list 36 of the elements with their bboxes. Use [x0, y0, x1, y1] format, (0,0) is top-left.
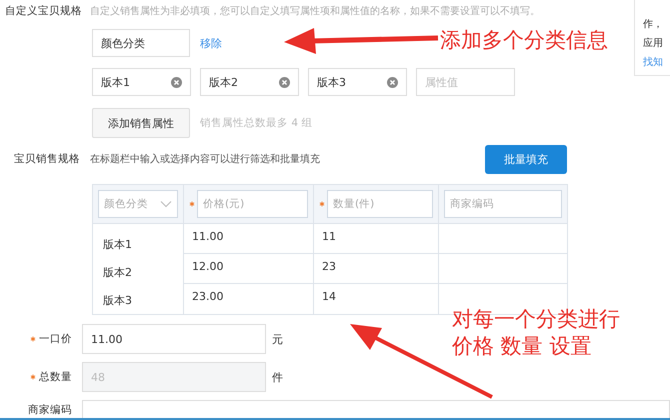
description-text: 在标题栏中输入或选择内容可以进行筛选和批量填充 — [90, 152, 321, 166]
table-cell-text: 版本2 — [103, 264, 133, 280]
clear-icon[interactable] — [279, 76, 290, 88]
price-cell[interactable]: 12.00 — [184, 254, 314, 283]
field-label: 总数量 — [39, 370, 72, 384]
add-attribute-button[interactable]: 添加销售属性 — [92, 108, 190, 138]
field-label: 一口价 — [39, 332, 72, 346]
quantity-cell[interactable]: 14 — [314, 284, 439, 314]
hint-text: 销售属性总数最多 4 组 — [200, 116, 312, 130]
unit-text: 件 — [272, 370, 283, 384]
table-cell-text: 版本3 — [103, 292, 133, 308]
attribute-name-field[interactable]: 颜色分类 — [92, 29, 190, 57]
field-label: 商家编码 — [28, 403, 72, 417]
attribute-value-field[interactable]: 版本2 — [200, 68, 299, 96]
input-field[interactable]: 11.00 — [82, 324, 266, 354]
chevron-down-icon — [160, 200, 172, 208]
remove-link[interactable]: 移除 — [200, 36, 222, 50]
panel-link[interactable]: 找知 — [643, 55, 670, 69]
batch-fill-button[interactable]: 批量填充 — [485, 144, 567, 174]
price-cell[interactable]: 11.00 — [184, 224, 314, 253]
quantity-cell[interactable]: 23 — [314, 254, 439, 283]
field-label: 自定义宝贝规格 — [4, 4, 83, 18]
annotation-text: 添加多个分类信息 — [440, 27, 608, 54]
quantity-cell[interactable]: 11 — [314, 224, 439, 253]
panel-text: 应用 — [643, 36, 664, 50]
description-text: 自定义销售属性为非必填项，您可以自定义填写属性项和属性值的名称，如果不需要设置可以不填写。 — [90, 4, 540, 18]
field-label: 宝贝销售规格 — [13, 152, 81, 166]
clear-icon[interactable] — [171, 76, 182, 88]
attribute-value-field[interactable]: 版本3 — [308, 68, 407, 96]
unit-text: 元 — [272, 332, 283, 346]
attribute-value-field[interactable]: 版本1 — [92, 68, 191, 96]
clear-icon[interactable] — [387, 76, 398, 88]
panel-text: 作， — [643, 18, 664, 31]
price-cell[interactable]: 23.00 — [184, 284, 314, 314]
annotation-text: 对每一个分类进行 价格 数量 设置 — [452, 306, 620, 360]
table-cell-text: 版本1 — [103, 236, 133, 252]
